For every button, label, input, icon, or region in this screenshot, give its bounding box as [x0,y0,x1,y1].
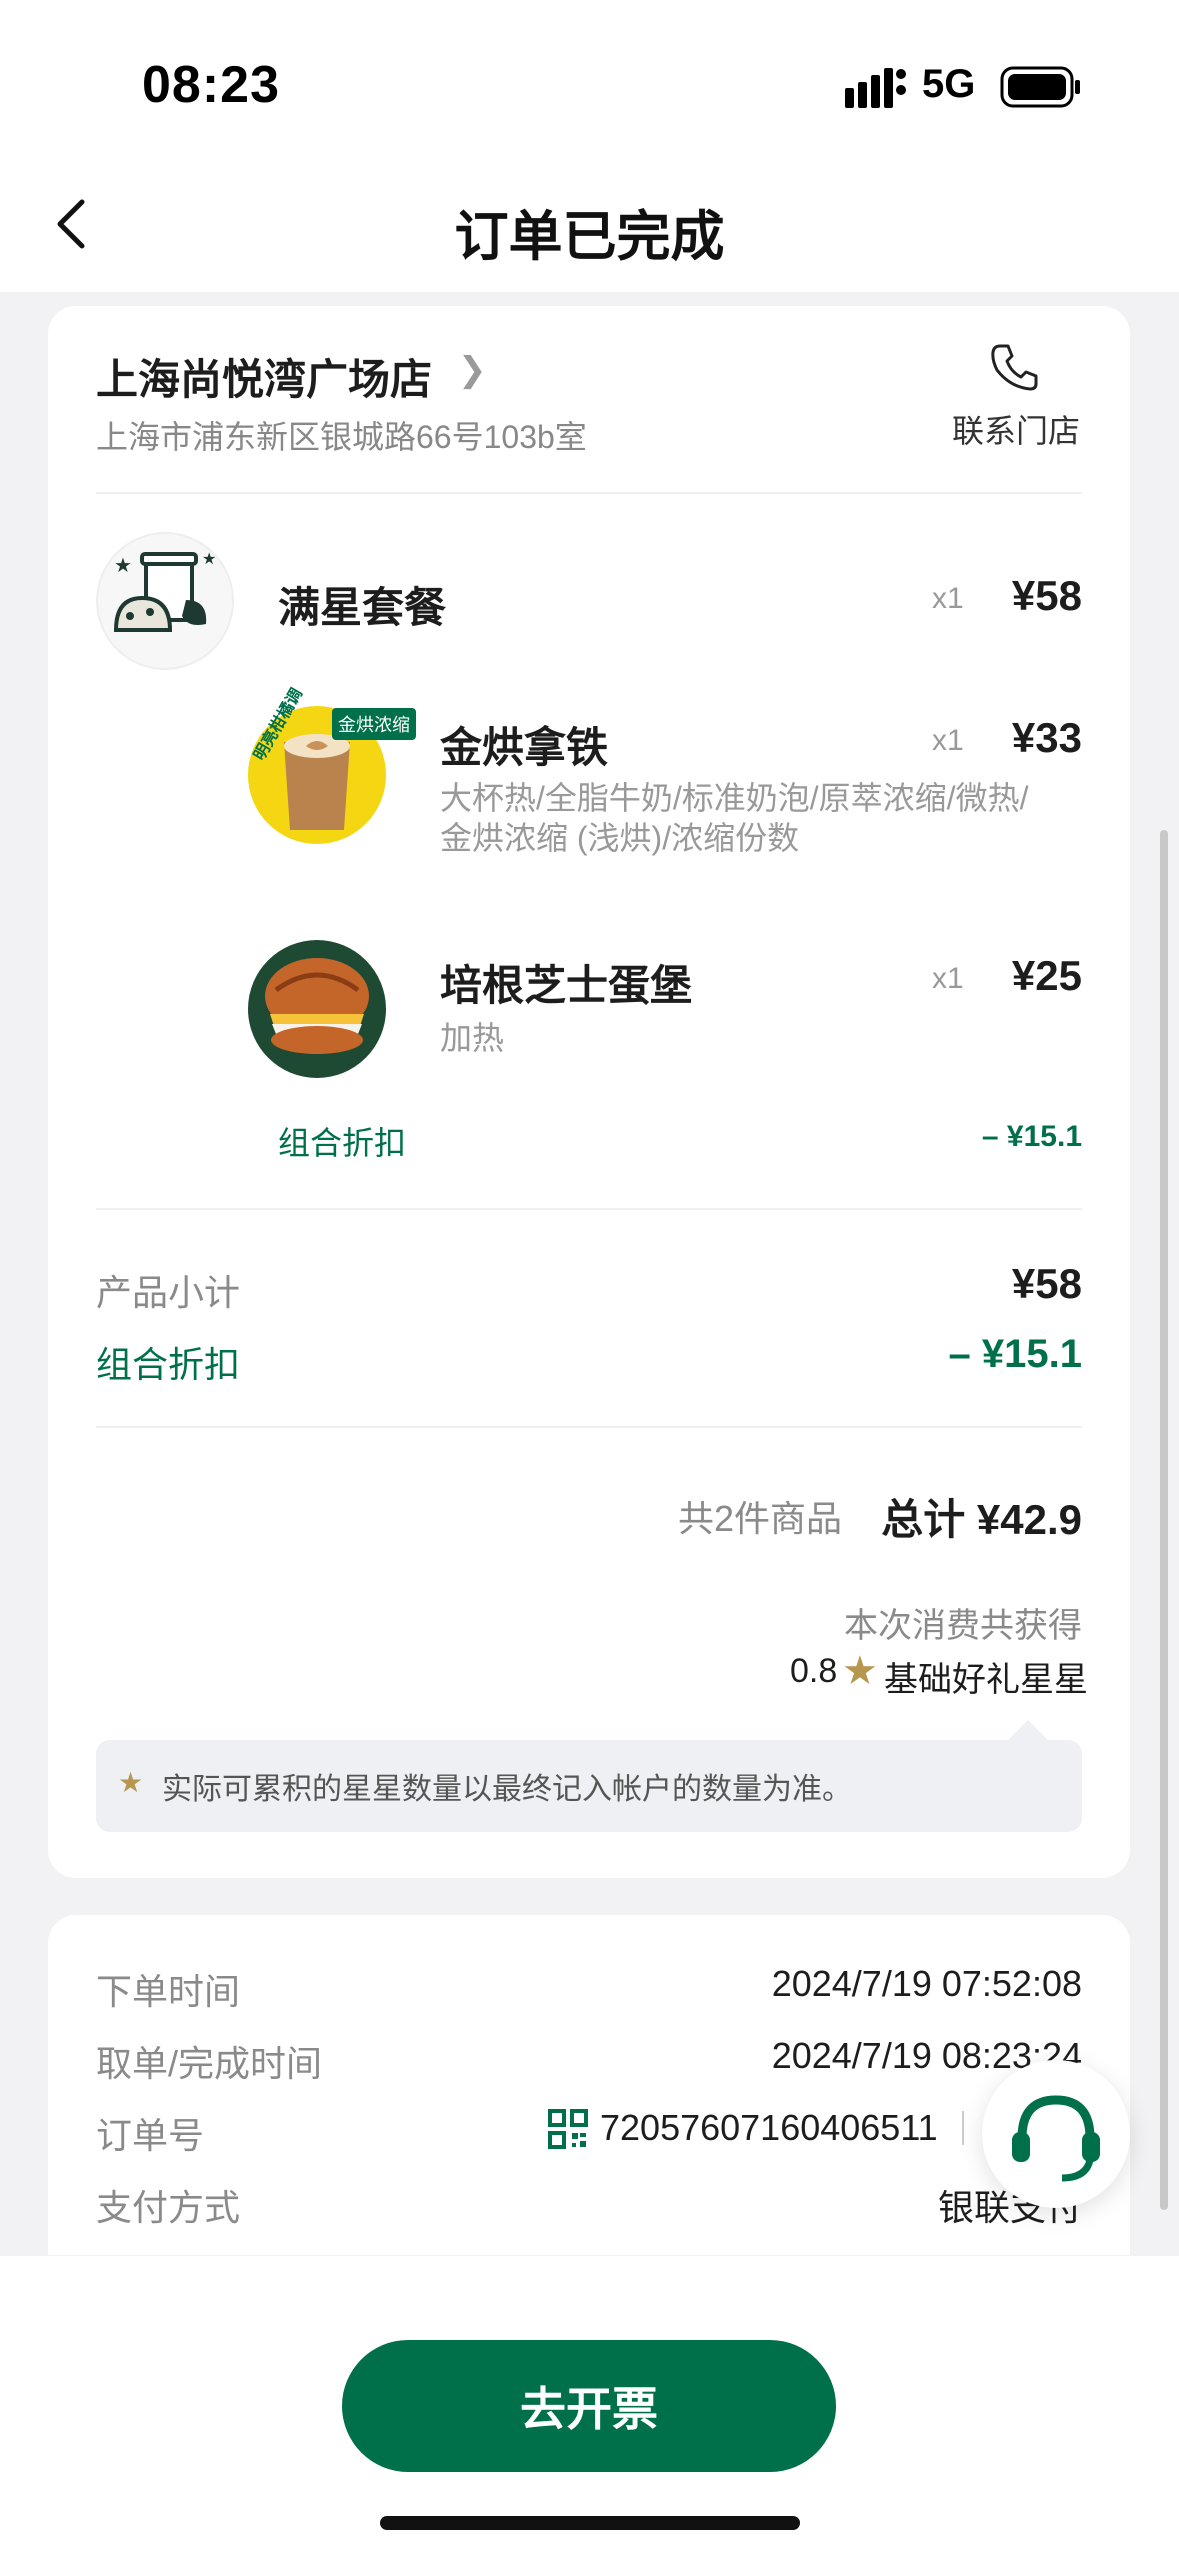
combo-price: ¥58 [1011,572,1082,619]
qr-code-icon[interactable] [548,2109,588,2149]
battery-icon [1000,66,1080,108]
invoice-button[interactable]: 去开票 [342,2340,836,2472]
home-indicator[interactable] [380,2516,800,2530]
stars-label: 基础好礼星星 [884,1661,1088,1699]
page-title: 订单已完成 [454,207,725,267]
star-icon: ★ [842,1649,878,1693]
latte-options: 大杯热/全脂牛奶/标准奶泡/原萃浓缩/微热/金烘浓缩 (浅烘)/浓缩份数 [440,780,1029,856]
combo-name: 满星套餐 [278,584,447,631]
svg-text:★: ★ [114,555,132,577]
divider [96,492,1082,494]
order-time-label: 下单时间 [96,1971,241,2012]
order-card: 上海尚悦湾广场店 ❯ 上海市浦东新区银城路66号103b室 联系门店 ★ ★ 满… [48,306,1130,1878]
customer-service-button[interactable] [982,2060,1130,2208]
separator [962,2111,964,2145]
contact-store-button[interactable] [990,342,1038,397]
order-info-card: 下单时间 2024/7/19 07:52:08 取单/完成时间 2024/7/1… [48,1915,1130,2255]
subtotal-label: 产品小计 [96,1272,241,1313]
combo-discount-value: – ¥15.1 [981,1120,1082,1153]
sandwich-name: 培根芝士蛋堡 [440,962,693,1009]
order-number-value: 72057607160406511 [600,2107,938,2148]
order-number-label: 订单号 [96,2115,205,2156]
payment-label: 支付方式 [96,2187,241,2228]
subtotal-value: ¥58 [1011,1260,1082,1307]
latte-badge: 金烘浓缩 [332,708,416,740]
store-address: 上海市浦东新区银城路66号103b室 [96,419,587,455]
stars-note-text: 实际可累积的星星数量以最终记入帐户的数量为准。 [162,1773,852,1806]
divider [96,1208,1082,1210]
combo-discount-label: 组合折扣 [278,1125,407,1161]
star-icon: ★ [118,1767,144,1798]
discount-value: – ¥15.1 [948,1332,1082,1376]
earn-text: 本次消费共获得 [844,1607,1082,1645]
scrollbar[interactable] [1160,830,1168,2210]
svg-text:★: ★ [202,551,216,568]
stars-value: 0.8 [790,1652,838,1690]
phone-icon [991,344,1038,391]
sandwich-price: ¥25 [1011,952,1082,999]
signal-icon [845,68,906,108]
item-count: 共2件商品 [678,1498,843,1539]
divider [96,1426,1082,1428]
store-name[interactable]: 上海尚悦湾广场店 [96,346,432,407]
sandwich-image [248,940,386,1078]
sandwich-options: 加热 [440,1020,505,1056]
headset-icon [1012,2095,1100,2182]
combo-image: ★ ★ [96,532,234,670]
note-pointer [1008,1720,1048,1740]
chevron-right-icon[interactable]: ❯ [458,350,487,390]
network-type: 5G [922,62,976,106]
discount-label: 组合折扣 [96,1344,241,1385]
latte-price: ¥33 [1011,714,1082,761]
status-time: 08:23 [142,56,280,114]
stars-note: ★ 实际可累积的星星数量以最终记入帐户的数量为准。 [96,1740,1082,1832]
contact-store-label[interactable]: 联系门店 [952,406,1080,452]
total-value: 总计 ¥42.9 [881,1496,1082,1543]
order-time-value: 2024/7/19 07:52:08 [771,1963,1082,2004]
latte-name: 金烘拿铁 [440,724,609,771]
pickup-time-label: 取单/完成时间 [96,2043,323,2084]
